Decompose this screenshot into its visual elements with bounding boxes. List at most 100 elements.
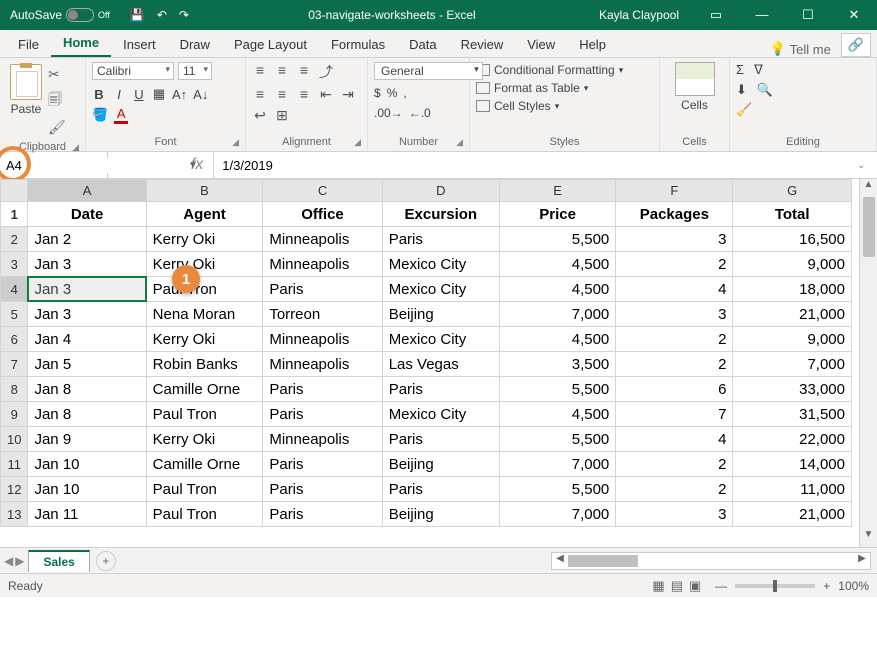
- name-box[interactable]: [0, 158, 188, 173]
- format-as-table-button[interactable]: Format as Table▾: [476, 80, 623, 96]
- cell[interactable]: 4,500: [499, 277, 615, 302]
- number-format-select[interactable]: General: [374, 62, 483, 80]
- header-cell[interactable]: Price: [499, 202, 615, 227]
- cell[interactable]: 7: [616, 402, 733, 427]
- cell[interactable]: Beijing: [382, 302, 499, 327]
- copy-icon[interactable]: 🗐: [48, 89, 66, 113]
- cell[interactable]: Torreon: [263, 302, 382, 327]
- cell[interactable]: 7,000: [499, 302, 615, 327]
- format-painter-icon[interactable]: 🖌: [48, 119, 66, 136]
- col-header-E[interactable]: E: [499, 180, 615, 202]
- cell[interactable]: 3: [616, 302, 733, 327]
- zoom-in-icon[interactable]: +: [823, 579, 830, 593]
- zoom-level[interactable]: 100%: [838, 579, 869, 593]
- decrease-font-icon[interactable]: A↓: [193, 87, 208, 102]
- conditional-formatting-button[interactable]: Conditional Formatting▾: [476, 62, 623, 78]
- col-header-C[interactable]: C: [263, 180, 382, 202]
- cell[interactable]: 14,000: [733, 452, 852, 477]
- cell[interactable]: 5,500: [499, 377, 615, 402]
- cell[interactable]: Paris: [263, 502, 382, 527]
- cell[interactable]: Beijing: [382, 452, 499, 477]
- row-header-2[interactable]: 2: [1, 227, 28, 252]
- tab-help[interactable]: Help: [567, 32, 618, 57]
- cell[interactable]: Jan 3: [28, 277, 146, 302]
- sheet-prev-icon[interactable]: ◀: [4, 554, 13, 568]
- close-icon[interactable]: ✕: [831, 7, 877, 23]
- cell[interactable]: 7,000: [499, 452, 615, 477]
- launcher-icon[interactable]: ◢: [232, 137, 239, 148]
- cell[interactable]: Mexico City: [382, 327, 499, 352]
- header-cell[interactable]: Date: [28, 202, 146, 227]
- paste-button[interactable]: Paste: [6, 62, 46, 118]
- cell[interactable]: 33,000: [733, 377, 852, 402]
- hscroll-thumb[interactable]: [568, 555, 638, 567]
- share-button[interactable]: 🔗: [841, 33, 871, 57]
- maximize-icon[interactable]: ☐: [785, 7, 831, 23]
- tab-formulas[interactable]: Formulas: [319, 32, 397, 57]
- cell[interactable]: 2: [616, 352, 733, 377]
- row-header-7[interactable]: 7: [1, 352, 28, 377]
- sheet-tab-sales[interactable]: Sales: [28, 550, 89, 572]
- percent-icon[interactable]: %: [387, 86, 398, 100]
- cell[interactable]: Jan 11: [28, 502, 146, 527]
- cell[interactable]: Minneapolis: [263, 227, 382, 252]
- row-header-10[interactable]: 10: [1, 427, 28, 452]
- cell[interactable]: Jan 8: [28, 402, 146, 427]
- undo-icon[interactable]: ↶: [157, 8, 167, 22]
- align-top-icon[interactable]: ≡: [252, 62, 268, 82]
- cell[interactable]: Paul Tron: [146, 502, 263, 527]
- cell[interactable]: 21,000: [733, 502, 852, 527]
- cell[interactable]: 6: [616, 377, 733, 402]
- cell[interactable]: 2: [616, 452, 733, 477]
- cell[interactable]: Las Vegas: [382, 352, 499, 377]
- cell[interactable]: 4,500: [499, 327, 615, 352]
- col-header-F[interactable]: F: [616, 180, 733, 202]
- tab-insert[interactable]: Insert: [111, 32, 168, 57]
- merge-icon[interactable]: ⊞: [274, 107, 290, 124]
- normal-view-icon[interactable]: ▦: [652, 578, 664, 594]
- add-sheet-button[interactable]: +: [96, 551, 116, 571]
- launcher-icon[interactable]: ◢: [456, 137, 463, 148]
- border-icon[interactable]: ▦: [152, 86, 166, 102]
- tab-file[interactable]: File: [6, 32, 51, 57]
- cell[interactable]: 4: [616, 427, 733, 452]
- align-bottom-icon[interactable]: ≡: [296, 62, 312, 82]
- increase-decimal-icon[interactable]: .00→: [374, 106, 403, 120]
- cell[interactable]: Jan 10: [28, 452, 146, 477]
- cell[interactable]: 5,500: [499, 227, 615, 252]
- zoom-slider[interactable]: [735, 584, 815, 588]
- header-cell[interactable]: Total: [733, 202, 852, 227]
- cell[interactable]: 5,500: [499, 477, 615, 502]
- autosum-icon[interactable]: Σ: [736, 62, 744, 78]
- cell[interactable]: 3,500: [499, 352, 615, 377]
- cells-icon[interactable]: [675, 62, 715, 96]
- row-header-13[interactable]: 13: [1, 502, 28, 527]
- cell[interactable]: 22,000: [733, 427, 852, 452]
- cell[interactable]: 31,500: [733, 402, 852, 427]
- wrap-text-icon[interactable]: ↩: [252, 107, 268, 124]
- redo-icon[interactable]: ↷: [179, 8, 189, 22]
- cell[interactable]: 11,000: [733, 477, 852, 502]
- orientation-icon[interactable]: ⤴: [318, 62, 334, 82]
- row-header-3[interactable]: 3: [1, 252, 28, 277]
- ribbon-options-icon[interactable]: ▭: [693, 7, 739, 23]
- launcher-icon[interactable]: ◢: [354, 137, 361, 148]
- cell[interactable]: Minneapolis: [263, 327, 382, 352]
- cell[interactable]: Jan 10: [28, 477, 146, 502]
- cell[interactable]: Kerry Oki: [146, 227, 263, 252]
- cell[interactable]: Robin Banks: [146, 352, 263, 377]
- header-cell[interactable]: Excursion: [382, 202, 499, 227]
- cell[interactable]: Paris: [263, 452, 382, 477]
- cell[interactable]: Minneapolis: [263, 352, 382, 377]
- cells-button[interactable]: Cells: [681, 98, 708, 112]
- cell[interactable]: 9,000: [733, 252, 852, 277]
- cell[interactable]: 9,000: [733, 327, 852, 352]
- tell-me[interactable]: 💡 Tell me: [769, 41, 830, 57]
- row-header-4[interactable]: 4: [1, 277, 28, 302]
- formula-expand-icon[interactable]: ⌄: [857, 152, 877, 178]
- cell[interactable]: Paris: [263, 277, 382, 302]
- cell[interactable]: Jan 3: [28, 252, 146, 277]
- align-middle-icon[interactable]: ≡: [274, 62, 290, 82]
- font-color-icon[interactable]: A: [114, 106, 128, 124]
- cell[interactable]: Paris: [382, 427, 499, 452]
